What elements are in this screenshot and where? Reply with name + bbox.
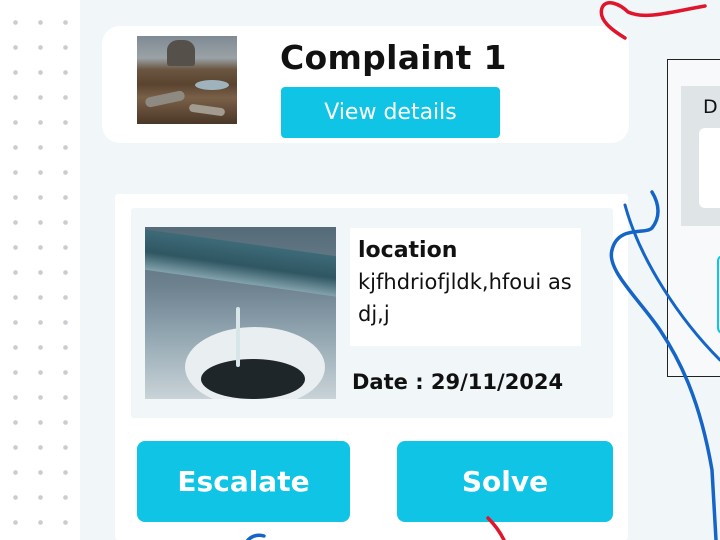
complaint-thumbnail [137, 36, 237, 124]
complaint-title: Complaint 1 [280, 38, 507, 77]
view-details-button[interactable]: View details [281, 87, 500, 138]
side-panel-label: D [703, 96, 718, 118]
thumbnail-pipe [144, 89, 186, 109]
thumbnail-pipe [188, 103, 226, 117]
thumbnail-tree [167, 40, 195, 66]
thumbnail-puddle [195, 80, 229, 90]
photo-pipe [145, 227, 336, 303]
complaint-date: Date : 29/11/2024 [352, 370, 564, 394]
photo-drip [236, 307, 240, 367]
photo-water [201, 359, 305, 399]
solve-button[interactable]: Solve [397, 441, 613, 522]
location-label: location [358, 238, 458, 263]
dotted-background [0, 0, 82, 540]
complaint-photo [145, 227, 336, 399]
side-panel-input[interactable] [699, 128, 720, 208]
location-value: kjfhdriofjldk,hfoui asdj,j [358, 270, 572, 326]
escalate-button[interactable]: Escalate [137, 441, 350, 522]
